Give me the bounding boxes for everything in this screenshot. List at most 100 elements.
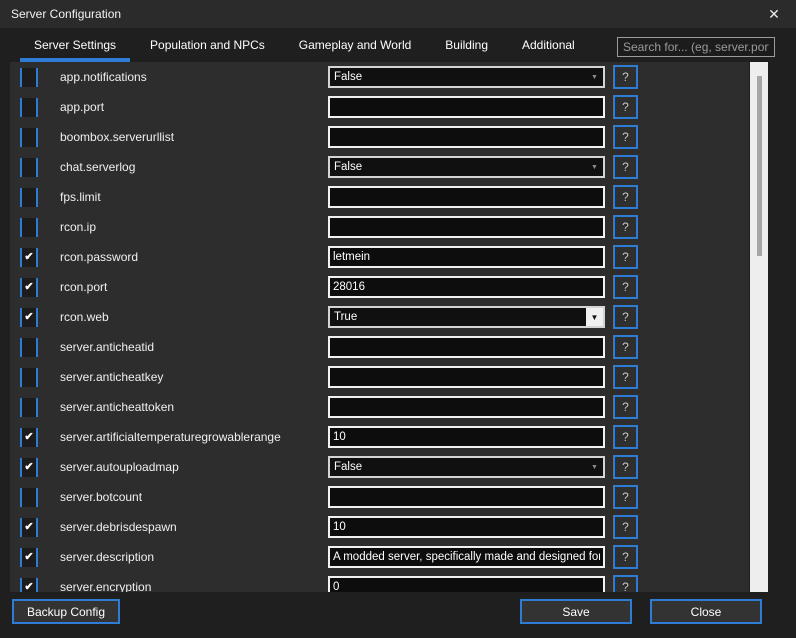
setting-checkbox[interactable]: ✔	[20, 278, 38, 297]
checkmark-icon: ✔	[24, 552, 33, 563]
setting-value-input[interactable]	[328, 336, 605, 358]
setting-checkbox[interactable]	[20, 398, 38, 417]
setting-checkbox[interactable]	[20, 368, 38, 387]
setting-value-input[interactable]	[328, 186, 605, 208]
setting-checkbox[interactable]	[20, 188, 38, 207]
setting-name-label: server.artificialtemperaturegrowablerang…	[60, 430, 328, 444]
setting-value-input[interactable]	[328, 546, 605, 568]
setting-control-slot	[328, 126, 605, 148]
search-input[interactable]	[617, 37, 775, 57]
setting-value-dropdown[interactable]: True ▼	[328, 306, 605, 328]
setting-checkbox[interactable]: ✔	[20, 518, 38, 537]
setting-row: rcon.ip ?	[10, 212, 749, 242]
setting-checkbox[interactable]	[20, 338, 38, 357]
setting-checkbox[interactable]: ✔	[20, 428, 38, 447]
help-button[interactable]: ?	[613, 515, 638, 539]
help-button[interactable]: ?	[613, 275, 638, 299]
close-icon[interactable]: ✕	[763, 0, 785, 28]
setting-checkbox[interactable]	[20, 488, 38, 507]
scrollbar-track[interactable]	[750, 62, 768, 592]
setting-value-input[interactable]	[328, 96, 605, 118]
help-button[interactable]: ?	[613, 545, 638, 569]
setting-value-input[interactable]	[328, 246, 605, 268]
setting-value-input[interactable]	[328, 426, 605, 448]
help-button[interactable]: ?	[613, 215, 638, 239]
help-button[interactable]: ?	[613, 335, 638, 359]
setting-checkbox[interactable]: ✔	[20, 308, 38, 327]
chevron-down-icon[interactable]: ▼	[586, 308, 603, 326]
setting-checkbox[interactable]: ✔	[20, 458, 38, 477]
setting-value-input[interactable]	[328, 486, 605, 508]
chevron-down-icon[interactable]: ▼	[586, 68, 603, 86]
setting-value-input[interactable]	[328, 126, 605, 148]
setting-value-input[interactable]	[328, 276, 605, 298]
help-button[interactable]: ?	[613, 95, 638, 119]
setting-value-input[interactable]	[328, 516, 605, 538]
help-button[interactable]: ?	[613, 155, 638, 179]
setting-checkbox[interactable]: ✔	[20, 578, 38, 593]
setting-checkbox[interactable]	[20, 98, 38, 117]
tab-server-settings[interactable]: Server Settings	[20, 28, 130, 62]
tab-building[interactable]: Building	[431, 28, 502, 62]
help-button[interactable]: ?	[613, 65, 638, 89]
setting-name-label: server.botcount	[60, 490, 328, 504]
setting-row: ✔ server.debrisdespawn ?	[10, 512, 749, 542]
window-title: Server Configuration	[11, 7, 121, 21]
setting-checkbox[interactable]	[20, 68, 38, 87]
setting-value-input[interactable]	[328, 216, 605, 238]
dropdown-selected-value: False	[330, 71, 586, 83]
setting-row: ✔ server.artificialtemperaturegrowablera…	[10, 422, 749, 452]
help-button[interactable]: ?	[613, 395, 638, 419]
setting-name-label: app.notifications	[60, 70, 328, 84]
help-button[interactable]: ?	[613, 125, 638, 149]
setting-checkbox[interactable]	[20, 128, 38, 147]
setting-value-input[interactable]	[328, 396, 605, 418]
backup-config-button[interactable]: Backup Config	[12, 599, 120, 624]
setting-control-slot	[328, 576, 605, 592]
help-button[interactable]: ?	[613, 305, 638, 329]
help-button[interactable]: ?	[613, 485, 638, 509]
setting-checkbox[interactable]	[20, 158, 38, 177]
chevron-down-icon[interactable]: ▼	[586, 158, 603, 176]
setting-row: app.port ?	[10, 92, 749, 122]
help-button[interactable]: ?	[613, 455, 638, 479]
setting-value-dropdown[interactable]: False ▼	[328, 456, 605, 478]
setting-value-dropdown[interactable]: False ▼	[328, 66, 605, 88]
setting-checkbox[interactable]	[20, 218, 38, 237]
scrollbar-thumb[interactable]	[757, 76, 762, 256]
setting-control-slot: True ▼	[328, 306, 605, 328]
setting-row: ✔ rcon.web True ▼ ?	[10, 302, 749, 332]
checkmark-icon: ✔	[24, 432, 33, 443]
tab-population-and-npcs[interactable]: Population and NPCs	[136, 28, 279, 62]
setting-control-slot	[328, 396, 605, 418]
settings-list: app.notifications False ▼ ? app.port ? b…	[10, 62, 749, 592]
checkmark-icon: ✔	[24, 522, 33, 533]
tab-gameplay-and-world[interactable]: Gameplay and World	[285, 28, 426, 62]
help-button[interactable]: ?	[613, 365, 638, 389]
tab-additional[interactable]: Additional	[508, 28, 589, 62]
setting-value-input[interactable]	[328, 366, 605, 388]
setting-name-label: app.port	[60, 100, 328, 114]
setting-row: fps.limit ?	[10, 182, 749, 212]
checkmark-icon: ✔	[24, 282, 33, 293]
setting-checkbox[interactable]: ✔	[20, 548, 38, 567]
chevron-down-icon[interactable]: ▼	[586, 458, 603, 476]
setting-name-label: server.anticheatkey	[60, 370, 328, 384]
setting-row: app.notifications False ▼ ?	[10, 62, 749, 92]
help-button[interactable]: ?	[613, 425, 638, 449]
help-button[interactable]: ?	[613, 575, 638, 592]
setting-checkbox[interactable]: ✔	[20, 248, 38, 267]
help-button[interactable]: ?	[613, 185, 638, 209]
setting-control-slot	[328, 366, 605, 388]
setting-value-input[interactable]	[328, 576, 605, 592]
footer-bar: Backup Config Save Close	[0, 592, 796, 638]
help-button[interactable]: ?	[613, 245, 638, 269]
setting-value-dropdown[interactable]: False ▼	[328, 156, 605, 178]
close-button[interactable]: Close	[650, 599, 762, 624]
setting-name-label: server.description	[60, 550, 328, 564]
setting-control-slot: False ▼	[328, 456, 605, 478]
checkmark-icon: ✔	[24, 252, 33, 263]
save-button[interactable]: Save	[520, 599, 632, 624]
setting-control-slot	[328, 516, 605, 538]
dropdown-selected-value: False	[330, 461, 586, 473]
